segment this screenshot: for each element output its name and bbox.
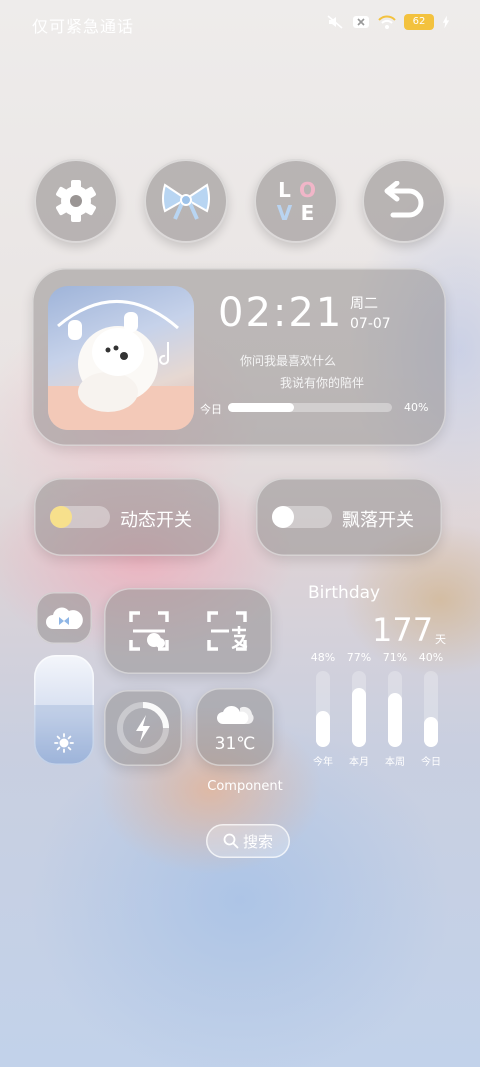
column-track xyxy=(424,671,438,747)
progress-column: 40% 今日 xyxy=(414,651,448,768)
wifi-icon xyxy=(378,15,396,29)
switch-knob xyxy=(272,506,294,528)
battery-icon: 62 xyxy=(404,14,434,30)
brightness-slider[interactable] xyxy=(34,655,94,765)
column-track xyxy=(352,671,366,747)
charging-widget[interactable] xyxy=(104,690,182,766)
gear-icon xyxy=(56,180,96,222)
puppy-illustration xyxy=(48,300,194,430)
music-clock-widget[interactable]: 02:21 周二 07-07 你问我最喜欢什么 我说有你的陪伴 今日 40% xyxy=(32,268,446,446)
progress-column: 77% 本月 xyxy=(342,651,376,768)
love-text: LO VE xyxy=(276,177,316,225)
back-button[interactable] xyxy=(362,159,446,243)
dynamic-switch[interactable] xyxy=(50,506,110,528)
weekday-text: 周二 xyxy=(350,296,378,312)
falling-switch[interactable] xyxy=(272,506,332,528)
progress-fill xyxy=(228,403,294,412)
bow-button[interactable] xyxy=(144,159,228,243)
column-label: 本月 xyxy=(349,757,369,768)
falling-toggle-card[interactable]: 飘落开关 xyxy=(256,478,442,556)
search-button[interactable]: 搜索 xyxy=(206,824,290,858)
column-percent: 71% xyxy=(382,651,408,664)
cloud-icon xyxy=(46,607,83,629)
column-fill xyxy=(388,693,402,747)
clock-time: 02:21 xyxy=(218,290,344,336)
dynamic-toggle-label: 动态开关 xyxy=(120,510,192,531)
charging-icon xyxy=(117,702,169,754)
bow-icon xyxy=(162,183,210,220)
carrier-text: 仅可紧急通话 xyxy=(32,17,135,36)
date-block: 周二 07-07 xyxy=(350,294,391,334)
mute-icon xyxy=(327,15,343,29)
undo-arrow-icon xyxy=(384,181,424,218)
sun-icon xyxy=(54,733,74,753)
progress-column: 71% 本周 xyxy=(378,651,412,768)
status-icons: 62 xyxy=(326,14,450,30)
birthday-title: Birthday xyxy=(308,583,381,603)
cloud-bow-button[interactable] xyxy=(36,592,92,644)
weather-temp: 31℃ xyxy=(214,734,256,754)
column-label: 本周 xyxy=(385,757,405,768)
search-icon xyxy=(223,833,239,849)
column-label: 今日 xyxy=(421,757,441,768)
column-percent: 40% xyxy=(418,651,444,664)
day-progress-bar[interactable] xyxy=(228,403,392,412)
falling-toggle-label: 飘落开关 xyxy=(342,510,414,531)
progress-percent: 40% xyxy=(404,401,429,414)
lyric-line-1: 你问我最喜欢什么 xyxy=(240,354,337,368)
no-sim-icon xyxy=(353,16,369,28)
progress-column: 48% 今年 xyxy=(306,651,340,768)
switch-knob xyxy=(50,506,72,528)
search-label: 搜索 xyxy=(242,832,273,851)
love-button[interactable]: LO VE xyxy=(254,159,338,243)
alipay-scan-icon[interactable] xyxy=(206,610,248,652)
column-percent: 48% xyxy=(310,651,336,664)
column-track xyxy=(316,671,330,747)
cloud-icon xyxy=(217,705,254,724)
column-label: 今年 xyxy=(313,757,333,768)
charging-bolt-icon xyxy=(442,15,450,29)
wechat-scan-icon[interactable] xyxy=(128,610,170,652)
column-fill xyxy=(316,710,330,747)
album-photo xyxy=(48,286,194,430)
birthday-unit: 天 xyxy=(435,633,446,646)
date-text: 07-07 xyxy=(350,316,391,332)
progress-label: 今日 xyxy=(200,403,222,416)
component-label: Component xyxy=(207,779,283,794)
column-track xyxy=(388,671,402,747)
status-bar: 仅可紧急通话 62 xyxy=(0,0,480,48)
lyric-line-2: 我说有你的陪伴 xyxy=(280,376,365,390)
dynamic-toggle-card[interactable]: 动态开关 xyxy=(34,478,220,556)
time-progress-bars: 48% 今年 77% 本月 71% 本周 40% 今日 xyxy=(306,651,448,771)
scan-card xyxy=(104,588,272,674)
birthday-days: 177 xyxy=(372,611,434,649)
column-fill xyxy=(352,688,366,747)
settings-button[interactable] xyxy=(34,159,118,243)
column-fill xyxy=(424,716,438,747)
column-percent: 77% xyxy=(346,651,372,664)
weather-widget[interactable]: 31℃ xyxy=(196,688,274,766)
